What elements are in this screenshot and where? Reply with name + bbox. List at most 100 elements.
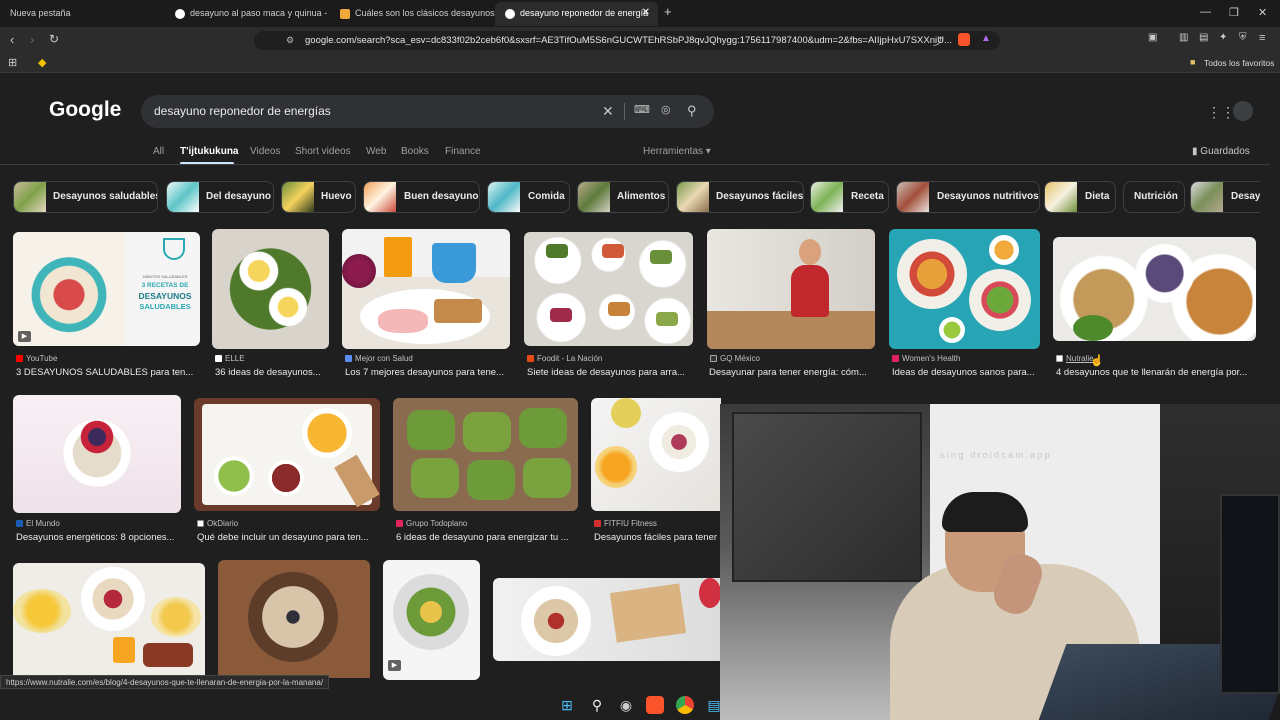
chip-desayunos-saludables[interactable]: Desayunos saludables xyxy=(13,181,158,213)
chip-alimentos[interactable]: Alimentos xyxy=(577,181,669,213)
all-bookmarks-button[interactable]: Todos los favoritos xyxy=(1204,58,1274,68)
close-window-icon[interactable]: ✕ xyxy=(1258,6,1267,19)
sidebar-icon[interactable]: ▥ xyxy=(1179,32,1188,43)
obs-icon[interactable]: ◉ xyxy=(617,696,635,714)
search-icon[interactable]: ⚲ xyxy=(687,103,697,119)
chip-nutricion[interactable]: Nutrición xyxy=(1123,181,1185,213)
result-source-2[interactable]: ELLE xyxy=(215,354,245,363)
tab-maca-quinua[interactable]: desayuno al paso maca y quinua - M xyxy=(165,2,330,26)
share-icon[interactable]: ⤴ xyxy=(933,33,943,48)
tab-desayuno-reponedor[interactable]: desayuno reponedor de energía ✕ xyxy=(495,2,658,26)
new-tab-button[interactable]: + xyxy=(664,4,672,19)
google-logo[interactable]: Google xyxy=(49,98,121,122)
result-source-7[interactable]: Nutralie xyxy=(1056,354,1094,363)
chip-desayunos-faciles[interactable]: Desayunos fáciles xyxy=(676,181,804,213)
result-source-10[interactable]: Grupo Todoplano xyxy=(396,519,467,528)
result-source-1[interactable]: YouTube xyxy=(16,354,57,363)
result-source-11[interactable]: FITFIU Fitness xyxy=(594,519,657,528)
result-source-4[interactable]: Foodit - La Nación xyxy=(527,354,602,363)
result-image-3[interactable] xyxy=(342,229,510,349)
windows-start-icon[interactable]: ⊞ xyxy=(558,696,576,714)
chip-dieta[interactable]: Dieta xyxy=(1044,181,1116,213)
app-icon[interactable]: ▤ xyxy=(705,696,723,714)
tab-images[interactable]: T'ijtukukuna xyxy=(180,146,239,157)
result-image-11[interactable] xyxy=(591,398,721,511)
result-caption-5[interactable]: Desayunar para tener energía: cóm... xyxy=(709,367,877,378)
chip-receta[interactable]: Receta xyxy=(810,181,889,213)
menu-icon[interactable]: ≡ xyxy=(1259,32,1265,44)
result-image-8[interactable] xyxy=(13,395,181,513)
result-image-13[interactable] xyxy=(218,560,370,678)
result-caption-1[interactable]: 3 DESAYUNOS SALUDABLES para ten... xyxy=(16,367,202,378)
result-caption-4[interactable]: Siete ideas de desayunos para arra... xyxy=(527,367,695,378)
result-source-8[interactable]: El Mundo xyxy=(16,519,60,528)
result-caption-6[interactable]: Ideas de desayunos sanos para... xyxy=(892,367,1042,378)
google-apps-icon[interactable]: ⋮⋮ xyxy=(1207,104,1235,121)
bookmark-binance-icon[interactable]: ◆ xyxy=(38,56,46,69)
result-image-10[interactable] xyxy=(393,398,578,511)
wallet-icon[interactable]: ▤ xyxy=(1199,32,1208,43)
chip-desayunos-more[interactable]: Desay xyxy=(1190,181,1260,213)
search-box[interactable]: desayuno reponedor de energías ✕ ⌨ ◎ ⚲ xyxy=(141,95,714,128)
chip-desayunos-nutritivos[interactable]: Desayunos nutritivos xyxy=(896,181,1040,213)
saved-button[interactable]: ▮ Guardados xyxy=(1192,146,1250,157)
apps-grid-icon[interactable]: ⊞ xyxy=(8,56,17,69)
result-caption-8[interactable]: Desayunos energéticos: 8 opciones... xyxy=(16,532,184,543)
avatar[interactable] xyxy=(1233,101,1253,121)
forward-icon[interactable]: › xyxy=(30,32,34,47)
result-image-7[interactable] xyxy=(1053,237,1256,341)
keyboard-icon[interactable]: ⌨ xyxy=(634,103,650,116)
tab-short-videos[interactable]: Short videos xyxy=(295,146,351,157)
result-image-6[interactable] xyxy=(889,229,1040,349)
brave-icon[interactable] xyxy=(646,696,664,714)
result-caption-10[interactable]: 6 ideas de desayuno para energizar tu ..… xyxy=(396,532,576,543)
result-caption-9[interactable]: Qué debe incluir un desayuno para ten... xyxy=(197,532,382,543)
screenshot-icon[interactable]: ▣ xyxy=(1148,32,1157,43)
tab-finance[interactable]: Finance xyxy=(445,146,481,157)
tab-all[interactable]: All xyxy=(153,146,164,157)
tab-books[interactable]: Books xyxy=(401,146,429,157)
chip-del-desayuno[interactable]: Del desayuno xyxy=(166,181,274,213)
result-source-3[interactable]: Mejor con Salud xyxy=(345,354,413,363)
result-caption-7[interactable]: 4 desayunos que te llenarán de energía p… xyxy=(1056,367,1256,378)
reload-icon[interactable]: ↻ xyxy=(49,32,59,46)
clear-icon[interactable]: ✕ xyxy=(602,103,614,120)
site-info-icon[interactable]: ⚙ xyxy=(286,31,294,50)
close-tab-icon[interactable]: ✕ xyxy=(642,2,650,24)
back-icon[interactable]: ‹ xyxy=(10,32,14,47)
tab-new[interactable]: Nueva pestaña xyxy=(0,2,165,26)
result-caption-3[interactable]: Los 7 mejores desayunos para tene... xyxy=(345,367,513,378)
result-image-14[interactable]: ▶ xyxy=(383,560,480,680)
result-image-15[interactable] xyxy=(493,578,721,661)
food-item xyxy=(546,244,568,258)
search-icon[interactable]: ⚲ xyxy=(588,696,606,714)
maximize-icon[interactable]: ❐ xyxy=(1229,6,1239,19)
result-image-9[interactable] xyxy=(194,398,380,511)
tab-web[interactable]: Web xyxy=(366,146,386,157)
chip-huevo[interactable]: Huevo xyxy=(281,181,356,213)
result-caption-11[interactable]: Desayunos fáciles para tener xyxy=(594,532,720,543)
minimize-icon[interactable]: — xyxy=(1200,6,1211,18)
result-image-5[interactable] xyxy=(707,229,875,349)
brave-rewards-icon[interactable]: ▲ xyxy=(981,33,991,44)
result-image-2[interactable] xyxy=(212,229,329,349)
tools-button[interactable]: Herramientas ▾ xyxy=(643,146,711,157)
leo-ai-icon[interactable]: ✦ xyxy=(1219,32,1227,43)
search-input[interactable]: desayuno reponedor de energías xyxy=(154,104,331,118)
lens-icon[interactable]: ◎ xyxy=(661,103,671,116)
vpn-icon[interactable]: ⛨ xyxy=(1239,32,1247,43)
result-image-4[interactable] xyxy=(524,232,693,346)
chip-comida[interactable]: Comida xyxy=(487,181,570,213)
brave-shields-icon[interactable] xyxy=(958,33,970,46)
result-image-1[interactable]: HÁBITOS SALUDABLES 3 RECETAS DE DESAYUNO… xyxy=(13,232,200,346)
result-image-12[interactable] xyxy=(13,563,205,675)
chip-buen-desayuno[interactable]: Buen desayuno xyxy=(363,181,480,213)
result-source-9[interactable]: OkDiario xyxy=(197,519,238,528)
address-bar[interactable]: ⚙ google.com/search?sca_esv=dc833f02b2ce… xyxy=(254,31,1000,50)
result-source-5[interactable]: GQ México xyxy=(710,354,760,363)
chrome-icon[interactable] xyxy=(676,696,694,714)
tab-desayunos-clasicos[interactable]: Cuáles son los clásicos desayunos qu xyxy=(330,2,495,26)
tab-videos[interactable]: Videos xyxy=(250,146,280,157)
result-caption-2[interactable]: 36 ideas de desayunos... xyxy=(215,367,333,378)
result-source-6[interactable]: Women's Health xyxy=(892,354,960,363)
